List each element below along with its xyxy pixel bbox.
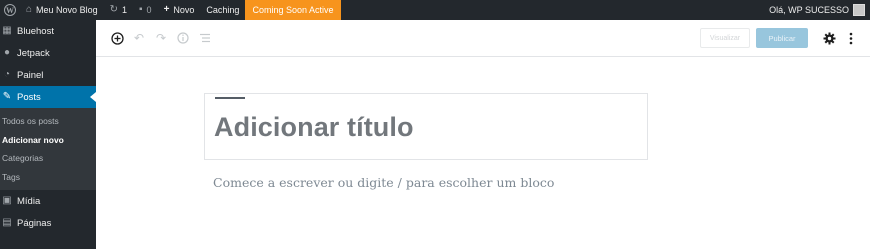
sidebar-item-label: Painel <box>17 69 44 81</box>
site-name-label: Meu Novo Blog <box>36 5 98 15</box>
redo-button[interactable]: ↷ <box>150 27 172 49</box>
coming-soon-label: Coming Soon Active <box>252 5 334 15</box>
info-icon <box>177 32 189 44</box>
settings-button[interactable] <box>818 27 840 49</box>
sidebar-item-jetpack[interactable]: ● Jetpack <box>0 42 96 64</box>
dashboard-icon: ◔ <box>3 69 11 80</box>
pin-icon: ✎ <box>2 91 12 102</box>
bluehost-grid-icon: ▦ <box>2 25 12 36</box>
preview-button[interactable]: Visualizar <box>700 28 750 48</box>
publish-button[interactable]: Publicar <box>756 28 808 48</box>
new-label: Novo <box>173 5 195 15</box>
submenu-item-categories[interactable]: Categorias <box>0 149 96 168</box>
updates-link[interactable]: ↻ 1 <box>104 0 133 20</box>
plus-circle-icon <box>110 31 124 45</box>
sidebar-item-label: Páginas <box>17 217 52 229</box>
block-navigation-button[interactable] <box>194 27 216 49</box>
post-title-block[interactable]: Adicionar título <box>204 93 648 160</box>
comment-bubble-icon: ▪ <box>139 4 143 15</box>
pages-icon: ▤ <box>2 217 12 228</box>
admin-sidebar: ▦ Bluehost ● Jetpack ◔ Painel ✎ Posts To… <box>0 20 96 249</box>
add-block-button[interactable] <box>106 27 128 49</box>
wordpress-logo-icon: W <box>4 4 16 16</box>
block-indicator-bar <box>215 97 245 99</box>
sidebar-item-posts[interactable]: ✎ Posts <box>0 86 96 108</box>
kebab-menu-icon <box>849 32 853 44</box>
posts-submenu: Todos os posts Adicionar novo Categorias… <box>0 108 96 190</box>
comments-count: 0 <box>146 5 152 15</box>
updates-count: 1 <box>121 5 127 15</box>
new-content-link[interactable]: + Novo <box>158 0 201 20</box>
sidebar-item-midia[interactable]: ▣ Mídia <box>0 190 96 212</box>
sidebar-item-painel[interactable]: ◔ Painel <box>0 64 96 86</box>
media-icon: ▣ <box>2 195 12 206</box>
sidebar-item-label: Jetpack <box>17 47 50 59</box>
undo-icon: ↶ <box>133 31 145 45</box>
sidebar-item-label: Bluehost <box>17 25 54 37</box>
site-name-link[interactable]: ⌂ Meu Novo Blog <box>20 0 104 20</box>
user-greeting: Olá, WP SUCESSO <box>769 5 849 15</box>
coming-soon-badge[interactable]: Coming Soon Active <box>245 0 341 20</box>
post-title-input[interactable]: Adicionar título <box>214 112 414 143</box>
submenu-item-add-new[interactable]: Adicionar novo <box>0 131 96 150</box>
gear-icon <box>823 32 835 44</box>
sidebar-item-label: Posts <box>17 91 41 103</box>
submenu-item-all-posts[interactable]: Todos os posts <box>0 112 96 131</box>
plus-icon: + <box>163 4 170 15</box>
comments-link[interactable]: ▪ 0 <box>133 0 158 20</box>
sidebar-item-label: Mídia <box>17 195 41 207</box>
more-options-button[interactable] <box>840 27 862 49</box>
caching-link[interactable]: Caching <box>200 0 245 20</box>
caching-label: Caching <box>206 5 240 15</box>
avatar <box>853 4 865 16</box>
submenu-item-tags[interactable]: Tags <box>0 168 96 187</box>
sidebar-item-bluehost[interactable]: ▦ Bluehost <box>0 20 96 42</box>
undo-button[interactable]: ↶ <box>128 27 150 49</box>
redo-icon: ↷ <box>155 31 167 45</box>
sidebar-item-paginas[interactable]: ▤ Páginas <box>0 212 96 234</box>
list-view-icon <box>200 33 210 43</box>
editor-canvas: Adicionar título Comece a escrever ou di… <box>96 57 870 248</box>
jetpack-icon: ● <box>3 47 11 58</box>
admin-bar: W ⌂ Meu Novo Blog ↻ 1 ▪ 0 + Novo Caching… <box>0 0 870 20</box>
default-block-appender[interactable]: Comece a escrever ou digite / para escol… <box>213 175 554 190</box>
updates-icon: ↻ <box>109 4 118 15</box>
block-editor: ↶ ↷ Visualizar Publicar Adicionar título… <box>96 20 870 249</box>
wordpress-logo-button[interactable]: W <box>0 0 20 20</box>
editor-toolbar: ↶ ↷ Visualizar Publicar <box>96 20 870 57</box>
home-icon: ⌂ <box>26 4 33 15</box>
my-account-link[interactable]: Olá, WP SUCESSO <box>769 4 870 16</box>
content-info-button[interactable] <box>172 27 194 49</box>
